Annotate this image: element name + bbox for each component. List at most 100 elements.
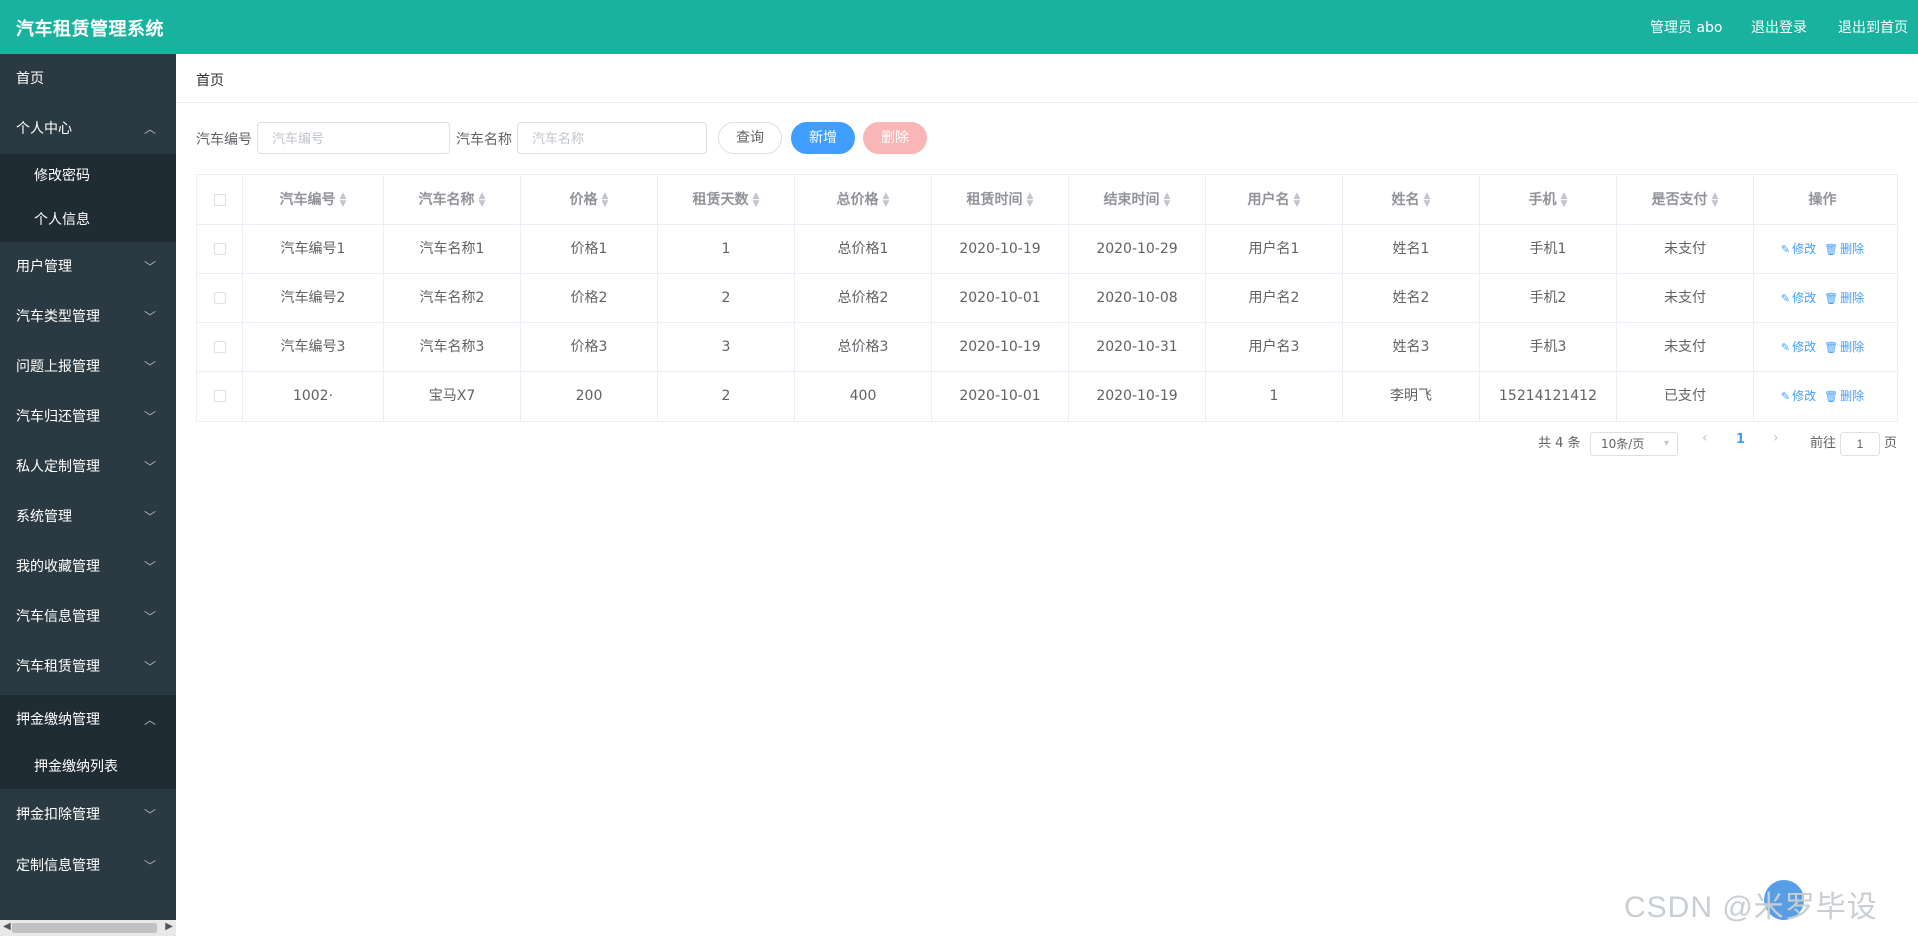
sidebar-group-system-management[interactable]: 系统管理 ﹀	[0, 492, 176, 542]
sidebar-group-deposit-payment-management[interactable]: 押金缴纳管理 ︿	[0, 695, 176, 745]
table-row[interactable]: 汽车编号3 汽车名称3 价格3 3 总价格3 2020-10-19 2020-10-31 用户…	[197, 323, 1897, 372]
sidebar-item-home[interactable]: 首页	[0, 54, 176, 104]
edit-button[interactable]: ✎ 修改	[1781, 225, 1816, 274]
column-header[interactable]: 结束时间 ▲ ▼	[1069, 175, 1206, 225]
sidebar-horizontal-scrollbar[interactable]: ◀ ▶	[0, 920, 176, 936]
sort-icon[interactable]: ▲ ▼	[1027, 192, 1034, 209]
chevron-down-icon: ﹀	[143, 859, 156, 873]
table-cell: 汽车名称2	[384, 274, 521, 323]
car-no-label: 汽车编号	[196, 132, 252, 148]
sort-icon[interactable]: ▲ ▼	[340, 192, 347, 209]
column-header[interactable]: 手机 ▲ ▼	[1480, 175, 1617, 225]
sidebar-group-personal-center[interactable]: 个人中心 ︿	[0, 104, 176, 154]
sidebar-group-label: 我的收藏管理	[16, 559, 100, 575]
sort-icon[interactable]: ▲ ▼	[1712, 192, 1719, 209]
row-checkbox[interactable]	[213, 341, 226, 353]
table-row[interactable]: 汽车编号1 汽车名称1 价格1 1 总价格1 2020-10-19 2020-10-29 用户…	[197, 225, 1897, 274]
sort-icon[interactable]: ▲ ▼	[883, 192, 890, 209]
column-header[interactable]: 租赁时间 ▲ ▼	[932, 175, 1069, 225]
table-cell: 2020-10-19	[1069, 372, 1206, 421]
batch-delete-button[interactable]: 删除	[863, 122, 927, 154]
delete-label: 删除	[1840, 340, 1865, 354]
delete-button[interactable]: 🗑 删除	[1824, 372, 1864, 421]
sort-icon[interactable]: ▲ ▼	[1424, 192, 1431, 209]
column-header[interactable]: 是否支付 ▲ ▼	[1617, 175, 1754, 225]
column-header[interactable]: 用户名 ▲ ▼	[1206, 175, 1343, 225]
sort-icon[interactable]: ▲ ▼	[1561, 192, 1568, 209]
next-page-icon[interactable]: ›	[1773, 430, 1779, 446]
scrollbar-thumb[interactable]	[12, 923, 157, 933]
sidebar-item-deposit-payment-list[interactable]: 押金缴纳列表	[0, 745, 176, 789]
table-cell: 价格3	[521, 323, 658, 372]
table-cell: 1	[1206, 372, 1343, 421]
column-header-actions: 操作	[1808, 192, 1837, 208]
logout-link[interactable]: 退出登录	[1751, 17, 1807, 37]
table-cell: 2020-10-19	[932, 225, 1069, 274]
column-header[interactable]: 汽车编号 ▲ ▼	[243, 175, 384, 225]
admin-user-label: 管理员 abo	[1650, 20, 1723, 36]
column-header[interactable]: 租赁天数 ▲ ▼	[658, 175, 795, 225]
current-page-number[interactable]: 1	[1736, 432, 1745, 447]
table-cell: 200	[521, 372, 658, 421]
sort-icon[interactable]: ▲ ▼	[1164, 192, 1171, 209]
row-checkbox[interactable]	[213, 292, 226, 304]
sidebar-group-custom-order-management[interactable]: 私人定制管理 ﹀	[0, 442, 176, 492]
delete-label: 删除	[1840, 389, 1865, 403]
car-no-search-input[interactable]	[257, 122, 450, 154]
sidebar-group-user-management[interactable]: 用户管理 ﹀	[0, 242, 176, 292]
sort-icon[interactable]: ▲ ▼	[479, 192, 486, 209]
car-name-search-input[interactable]	[517, 122, 707, 154]
column-header[interactable]: 姓名 ▲ ▼	[1343, 175, 1480, 225]
edit-label: 修改	[1792, 389, 1817, 403]
breadcrumb[interactable]: 首页	[196, 70, 224, 90]
table-row[interactable]: 1002· 宝马X7 200 2 400 2020-10-01 2020-10-19 1 李明飞…	[197, 372, 1897, 421]
page-size-select[interactable]: 10条/页 ▾	[1590, 432, 1678, 456]
sidebar-item-change-password[interactable]: 修改密码	[0, 154, 176, 198]
delete-button[interactable]: 🗑 删除	[1824, 323, 1864, 372]
sidebar-group-car-info-management[interactable]: 汽车信息管理 ﹀	[0, 592, 176, 642]
goto-page-input[interactable]	[1840, 432, 1880, 456]
edit-button[interactable]: ✎ 修改	[1781, 274, 1816, 323]
row-checkbox[interactable]	[213, 243, 226, 255]
sidebar-group-car-rental-management[interactable]: 汽车租赁管理 ﹀	[0, 642, 176, 692]
sidebar-group-favorites-management[interactable]: 我的收藏管理 ﹀	[0, 542, 176, 592]
sidebar-group-custom-info-management[interactable]: 定制信息管理 ﹀	[0, 841, 176, 891]
edit-icon: ✎	[1780, 390, 1791, 403]
row-actions-cell: ✎ 修改 🗑 删除	[1754, 274, 1891, 323]
table-cell: 价格1	[521, 225, 658, 274]
table-cell: 汽车编号3	[243, 323, 384, 372]
scroll-left-icon[interactable]: ◀	[3, 921, 11, 932]
table-cell: 2020-10-01	[932, 274, 1069, 323]
sort-icon[interactable]: ▲ ▼	[1294, 192, 1301, 209]
table-cell: 姓名1	[1343, 225, 1480, 274]
edit-button[interactable]: ✎ 修改	[1781, 323, 1816, 372]
select-all-checkbox[interactable]	[213, 194, 226, 206]
row-checkbox[interactable]	[213, 390, 226, 402]
query-button[interactable]: 查询	[718, 122, 782, 154]
sort-icon[interactable]: ▲ ▼	[602, 192, 609, 209]
app-title: 汽车租赁管理系统	[16, 19, 164, 40]
column-header[interactable]: 汽车名称 ▲ ▼	[384, 175, 521, 225]
delete-button[interactable]: 🗑 删除	[1824, 225, 1864, 274]
prev-page-icon[interactable]: ‹	[1702, 430, 1708, 446]
exit-to-home-link[interactable]: 退出到首页	[1838, 17, 1908, 37]
row-select-cell	[197, 372, 243, 421]
add-button[interactable]: 新增	[791, 122, 855, 154]
table-row[interactable]: 汽车编号2 汽车名称2 价格2 2 总价格2 2020-10-01 2020-10-08 用户…	[197, 274, 1897, 323]
edit-icon: ✎	[1780, 292, 1791, 305]
chevron-down-icon: ﹀	[143, 260, 156, 274]
sort-icon[interactable]: ▲ ▼	[753, 192, 760, 209]
delete-button[interactable]: 🗑 删除	[1824, 274, 1864, 323]
table-cell: 宝马X7	[384, 372, 521, 421]
sidebar-group-issue-report-management[interactable]: 问题上报管理 ﹀	[0, 342, 176, 392]
sidebar-group-car-type-management[interactable]: 汽车类型管理 ﹀	[0, 292, 176, 342]
edit-icon: ✎	[1780, 243, 1791, 256]
scroll-right-icon[interactable]: ▶	[165, 921, 173, 932]
table-cell: 汽车名称3	[384, 323, 521, 372]
sidebar-group-deposit-deduction-management[interactable]: 押金扣除管理 ﹀	[0, 790, 176, 840]
sidebar-group-car-return-management[interactable]: 汽车归还管理 ﹀	[0, 392, 176, 442]
column-header[interactable]: 价格 ▲ ▼	[521, 175, 658, 225]
edit-button[interactable]: ✎ 修改	[1781, 372, 1816, 421]
column-header[interactable]: 总价格 ▲ ▼	[795, 175, 932, 225]
sidebar-item-personal-info[interactable]: 个人信息	[0, 198, 176, 242]
